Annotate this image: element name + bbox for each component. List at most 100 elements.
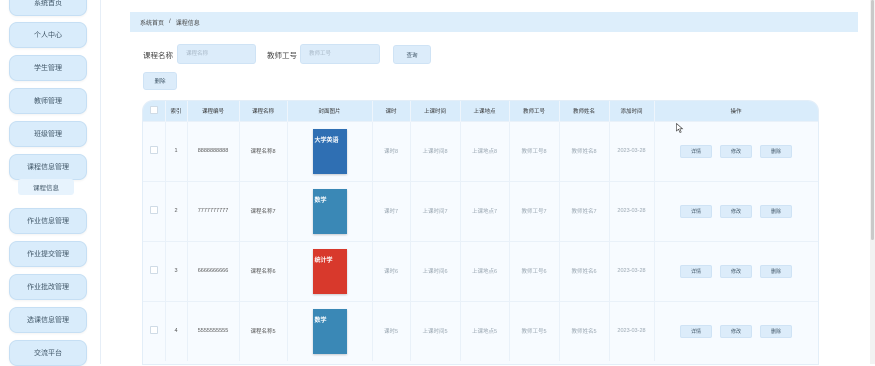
cell-actions: 详情 修改 删除 [654, 300, 818, 361]
header-index: 索引 [165, 101, 188, 121]
sidebar-item-label: 选课信息管理 [27, 317, 69, 324]
cover-title: 数学 [314, 197, 327, 204]
cell-cover: 数学 [287, 300, 373, 361]
sidebar-item-label: 作业信息管理 [27, 218, 69, 225]
mouse-cursor-icon [676, 123, 684, 133]
row-checkbox[interactable] [149, 206, 158, 214]
cell-teacher-name: 教师姓名6 [559, 240, 610, 301]
header-added-time: 添加时间 [609, 101, 655, 121]
table-row: 2 7777777777 课程名称7 数学 课时7 上课时间7 上课地点7 教师… [143, 180, 818, 241]
cell-index: 4 [165, 300, 188, 361]
sidebar-item-course-selection[interactable]: 选课信息管理 [9, 307, 87, 333]
cell-course-name: 课程名称6 [239, 240, 288, 301]
breadcrumb-separator: / [169, 19, 171, 25]
breadcrumb-current: 课程信息 [175, 20, 200, 27]
row-select-cell[interactable] [143, 120, 166, 181]
cell-added-time: 2023-03-28 [609, 120, 655, 181]
cell-class-place: 上课地点7 [460, 180, 510, 241]
cell-course-name: 课程名称5 [239, 300, 288, 361]
header-cover: 封面图片 [287, 101, 373, 121]
sidebar-item-homework-submit[interactable]: 作业提交管理 [9, 241, 87, 267]
cell-hours: 课时6 [372, 240, 411, 301]
breadcrumb-home[interactable]: 系统首页 [140, 18, 164, 27]
course-cover-image: 数学 [312, 308, 347, 354]
header-hours: 课时 [372, 101, 411, 121]
detail-button[interactable]: 详情 [680, 144, 712, 158]
sidebar-item-profile[interactable]: 个人中心 [9, 22, 87, 48]
cell-actions: 详情 修改 删除 [654, 240, 818, 301]
cell-course-code: 8888888888 [187, 120, 240, 181]
delete-selected-button[interactable]: 删除 [143, 72, 177, 90]
cell-index: 1 [165, 120, 188, 181]
cover-title: 大学英语 [314, 137, 339, 144]
header-teacher-id: 教师工号 [509, 101, 560, 121]
sidebar-item-teachers[interactable]: 教师管理 [9, 88, 87, 114]
row-select-cell[interactable] [143, 240, 166, 301]
detail-button[interactable]: 详情 [680, 264, 712, 278]
course-table: 索引 课程编号 课程名称 封面图片 课时 上课时间 上课地点 教师工号 教师姓名… [143, 101, 818, 364]
sidebar-subitem-course-info[interactable]: 课程信息 [18, 179, 74, 195]
row-select-cell[interactable] [143, 180, 166, 241]
cell-added-time: 2023-03-28 [609, 240, 655, 301]
table-header-row: 索引 课程编号 课程名称 封面图片 课时 上课时间 上课地点 教师工号 教师姓名… [143, 101, 818, 121]
header-select-all[interactable] [143, 101, 166, 121]
sidebar-item-forum[interactable]: 交流平台 [9, 340, 87, 366]
sidebar-item-course-info-management[interactable]: 课程信息管理 [9, 154, 87, 180]
cell-cover: 数学 [287, 180, 373, 241]
cell-class-place: 上课地点8 [460, 120, 510, 181]
cell-teacher-id: 教师工号7 [509, 180, 560, 241]
teacher-id-input[interactable] [300, 44, 380, 64]
course-name-input[interactable] [177, 44, 256, 64]
sidebar-item-label: 班级管理 [34, 131, 62, 138]
table-row: 1 8888888888 课程名称8 大学英语 课时8 上课时间8 上课地点8 … [143, 120, 818, 181]
cell-hours: 课时5 [372, 300, 411, 361]
scrollbar-thumb[interactable] [871, 0, 874, 240]
sidebar-item-home[interactable]: 系统首页 [9, 0, 87, 16]
sidebar-item-label: 教师管理 [34, 98, 62, 105]
delete-button[interactable]: 删除 [760, 144, 792, 158]
course-cover-image: 大学英语 [312, 128, 347, 174]
cell-course-code: 7777777777 [187, 180, 240, 241]
delete-button[interactable]: 删除 [760, 204, 792, 218]
row-select-cell[interactable] [143, 300, 166, 361]
delete-button[interactable]: 删除 [760, 324, 792, 338]
header-course-name: 课程名称 [239, 101, 288, 121]
select-all-checkbox[interactable] [149, 105, 158, 114]
header-class-place: 上课地点 [460, 101, 510, 121]
cell-course-code: 5555555555 [187, 300, 240, 361]
sidebar-subitem-label: 课程信息 [33, 185, 59, 192]
edit-button[interactable]: 修改 [720, 264, 752, 278]
sidebar-item-homework-info[interactable]: 作业信息管理 [9, 208, 87, 234]
cell-class-time: 上课时间8 [410, 120, 461, 181]
cell-added-time: 2023-03-28 [609, 300, 655, 361]
sidebar-item-homework-grading[interactable]: 作业批改管理 [9, 274, 87, 300]
row-checkbox[interactable] [149, 146, 158, 154]
cell-actions: 详情 修改 删除 [654, 180, 818, 241]
edit-button[interactable]: 修改 [720, 324, 752, 338]
row-checkbox[interactable] [149, 326, 158, 335]
detail-button[interactable]: 详情 [680, 324, 712, 338]
detail-button[interactable]: 详情 [680, 204, 712, 218]
breadcrumb: 系统首页 / 课程信息 [130, 12, 858, 32]
row-checkbox[interactable] [149, 266, 158, 274]
cell-teacher-name: 教师姓名8 [559, 120, 610, 181]
sidebar-item-students[interactable]: 学生管理 [9, 55, 87, 81]
delete-button[interactable]: 删除 [760, 264, 792, 278]
table-row: 4 5555555555 课程名称5 数学 课时5 上课时间5 上课地点5 教师… [143, 300, 818, 361]
cell-course-name: 课程名称7 [239, 180, 288, 241]
page-scrollbar[interactable] [870, 0, 875, 364]
cell-class-time: 上课时间6 [410, 240, 461, 301]
sidebar-item-label: 作业批改管理 [27, 284, 69, 291]
query-button[interactable]: 查询 [393, 45, 431, 64]
edit-button[interactable]: 修改 [720, 144, 752, 158]
sidebar-item-label: 系统首页 [34, 0, 62, 7]
course-cover-image: 数学 [312, 188, 347, 234]
cell-course-name: 课程名称8 [239, 120, 288, 181]
sidebar: 系统首页 个人中心 学生管理 教师管理 班级管理 课程信息管理 课程信息 作业信… [0, 0, 101, 366]
cell-cover: 大学英语 [287, 120, 373, 181]
sidebar-item-label: 作业提交管理 [27, 251, 69, 258]
cell-teacher-name: 教师姓名5 [559, 300, 610, 361]
header-actions: 操作 [654, 101, 818, 121]
edit-button[interactable]: 修改 [720, 204, 752, 218]
sidebar-item-classes[interactable]: 班级管理 [9, 121, 87, 147]
